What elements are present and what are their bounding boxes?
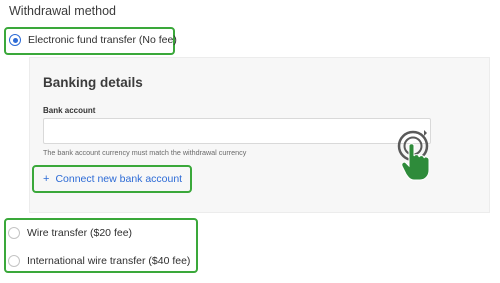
- radio-option-international-wire[interactable]: International wire transfer ($40 fee): [8, 255, 190, 267]
- wire-transfer-label: Wire transfer ($20 fee): [27, 227, 133, 239]
- radio-option-electronic-transfer[interactable]: Electronic fund transfer (No fee): [9, 34, 177, 46]
- bank-account-select[interactable]: [43, 118, 431, 144]
- bank-account-label: Bank account: [43, 106, 96, 115]
- electronic-transfer-label: Electronic fund transfer (No fee): [28, 34, 177, 46]
- radio-button-checked[interactable]: [9, 34, 21, 46]
- plus-icon: +: [43, 173, 50, 185]
- radio-button-unchecked[interactable]: [8, 227, 20, 239]
- banking-details-title: Banking details: [43, 75, 143, 90]
- bank-account-hint: The bank account currency must match the…: [43, 148, 247, 157]
- radio-option-wire-transfer[interactable]: Wire transfer ($20 fee): [8, 227, 132, 239]
- international-wire-label: International wire transfer ($40 fee): [27, 255, 191, 267]
- withdrawal-method-title: Withdrawal method: [9, 4, 116, 18]
- connect-new-bank-account-link[interactable]: + Connect new bank account: [43, 173, 182, 185]
- connect-new-bank-account-label: Connect new bank account: [55, 173, 183, 185]
- radio-button-unchecked[interactable]: [8, 255, 20, 267]
- tap-hand-icon: [397, 130, 430, 181]
